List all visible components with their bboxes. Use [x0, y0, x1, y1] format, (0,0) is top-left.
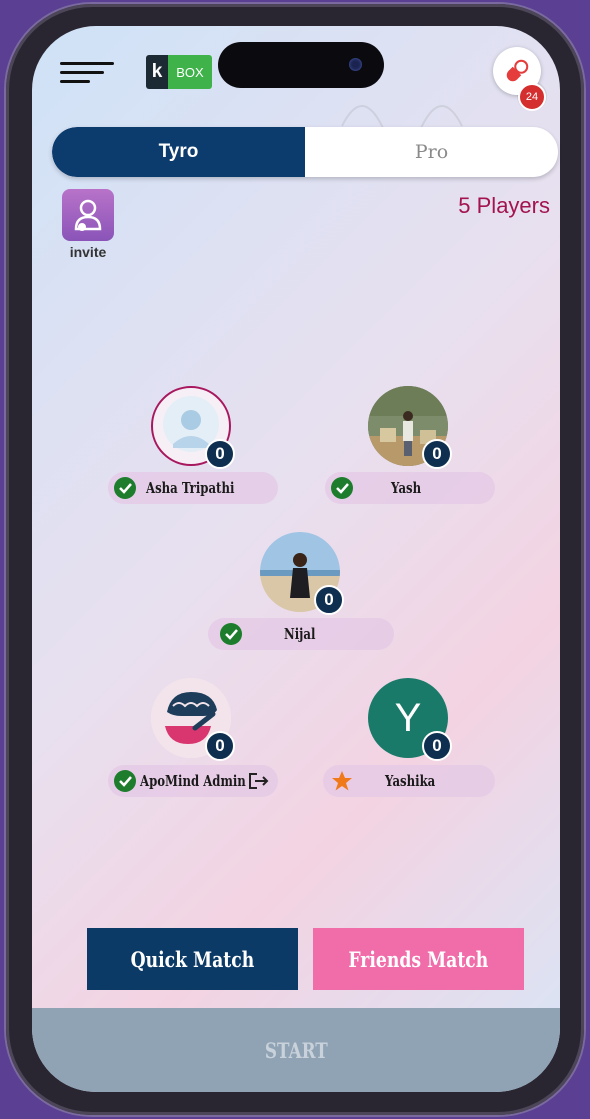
player-name-pill: Yashika	[323, 765, 495, 797]
invite-button[interactable]	[62, 189, 114, 241]
invite-label: invite	[69, 244, 107, 260]
start-label: START	[264, 1037, 328, 1063]
player-score: 0	[422, 439, 452, 469]
player-name-pill: Asha Tripathi	[108, 472, 278, 504]
players-count: 5 Players	[458, 193, 550, 218]
star-icon	[332, 771, 352, 791]
player-name: ApoMind Admin	[140, 772, 246, 790]
hamburger-menu-icon[interactable]	[60, 62, 114, 86]
tab-pro[interactable]: Pro	[305, 127, 558, 177]
quick-match-label: Quick Match	[130, 946, 255, 972]
dynamic-island	[218, 42, 384, 88]
exit-icon[interactable]	[248, 772, 270, 790]
add-user-icon	[74, 199, 102, 231]
avatar-letter: Y	[394, 695, 422, 740]
mode-toggle: Tyro Pro	[52, 127, 558, 177]
tab-tyro[interactable]: Tyro	[52, 127, 305, 177]
player-name: Yash	[391, 479, 422, 497]
player-score: 0	[205, 731, 235, 761]
logo-k: k	[146, 55, 168, 89]
player-name: Nijal	[284, 625, 316, 643]
quick-match-button[interactable]: Quick Match	[87, 928, 298, 990]
check-icon	[114, 477, 136, 499]
capsule-icon	[506, 59, 529, 82]
camera-icon	[349, 58, 362, 71]
notification-badge: 24	[518, 83, 546, 111]
check-icon	[220, 623, 242, 645]
check-icon	[114, 770, 136, 792]
player-score: 0	[205, 439, 235, 469]
player-score: 0	[422, 731, 452, 761]
player-name-pill: Nijal	[208, 618, 394, 650]
kbox-logo: k BOX	[146, 55, 212, 89]
player-name-pill: ApoMind Admin	[108, 765, 278, 797]
player-name-pill: Yash	[325, 472, 495, 504]
logo-box: BOX	[168, 55, 212, 89]
friends-match-button[interactable]: Friends Match	[313, 928, 524, 990]
check-icon	[331, 477, 353, 499]
player-score: 0	[314, 585, 344, 615]
start-button[interactable]: START	[32, 1008, 560, 1092]
friends-match-label: Friends Match	[348, 946, 489, 972]
player-name: Yashika	[385, 772, 436, 790]
player-name: Asha Tripathi	[146, 479, 235, 497]
